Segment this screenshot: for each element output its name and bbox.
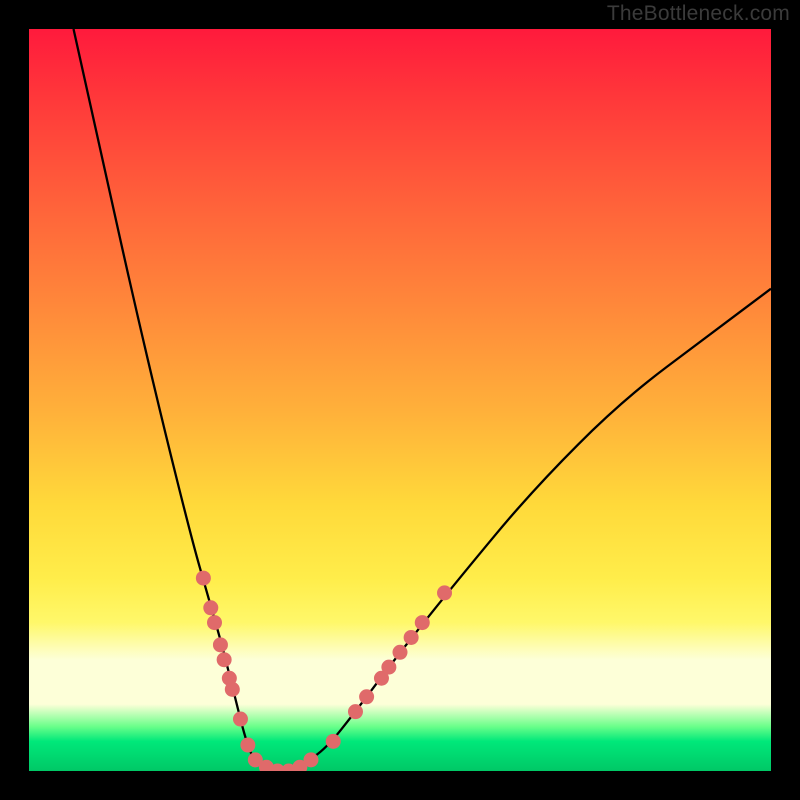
chart-frame: TheBottleneck.com xyxy=(0,0,800,800)
highlight-dot xyxy=(207,615,222,630)
highlight-dot xyxy=(404,630,419,645)
bottleneck-curve xyxy=(74,29,771,771)
highlight-dot xyxy=(381,660,396,675)
attribution-text: TheBottleneck.com xyxy=(607,2,790,26)
highlight-dot xyxy=(196,571,211,586)
highlight-dot xyxy=(393,645,408,660)
highlight-dot xyxy=(233,712,248,727)
highlight-dot xyxy=(203,600,218,615)
curve-overlay xyxy=(29,29,771,771)
highlight-dot xyxy=(359,689,374,704)
highlight-dots xyxy=(196,571,452,771)
highlight-dot xyxy=(213,637,228,652)
highlight-dot xyxy=(326,734,341,749)
highlight-dot xyxy=(240,738,255,753)
highlight-dot xyxy=(415,615,430,630)
highlight-dot xyxy=(348,704,363,719)
highlight-dot xyxy=(217,652,232,667)
highlight-dot xyxy=(437,585,452,600)
plot-area xyxy=(29,29,771,771)
highlight-dot xyxy=(303,752,318,767)
highlight-dot xyxy=(225,682,240,697)
